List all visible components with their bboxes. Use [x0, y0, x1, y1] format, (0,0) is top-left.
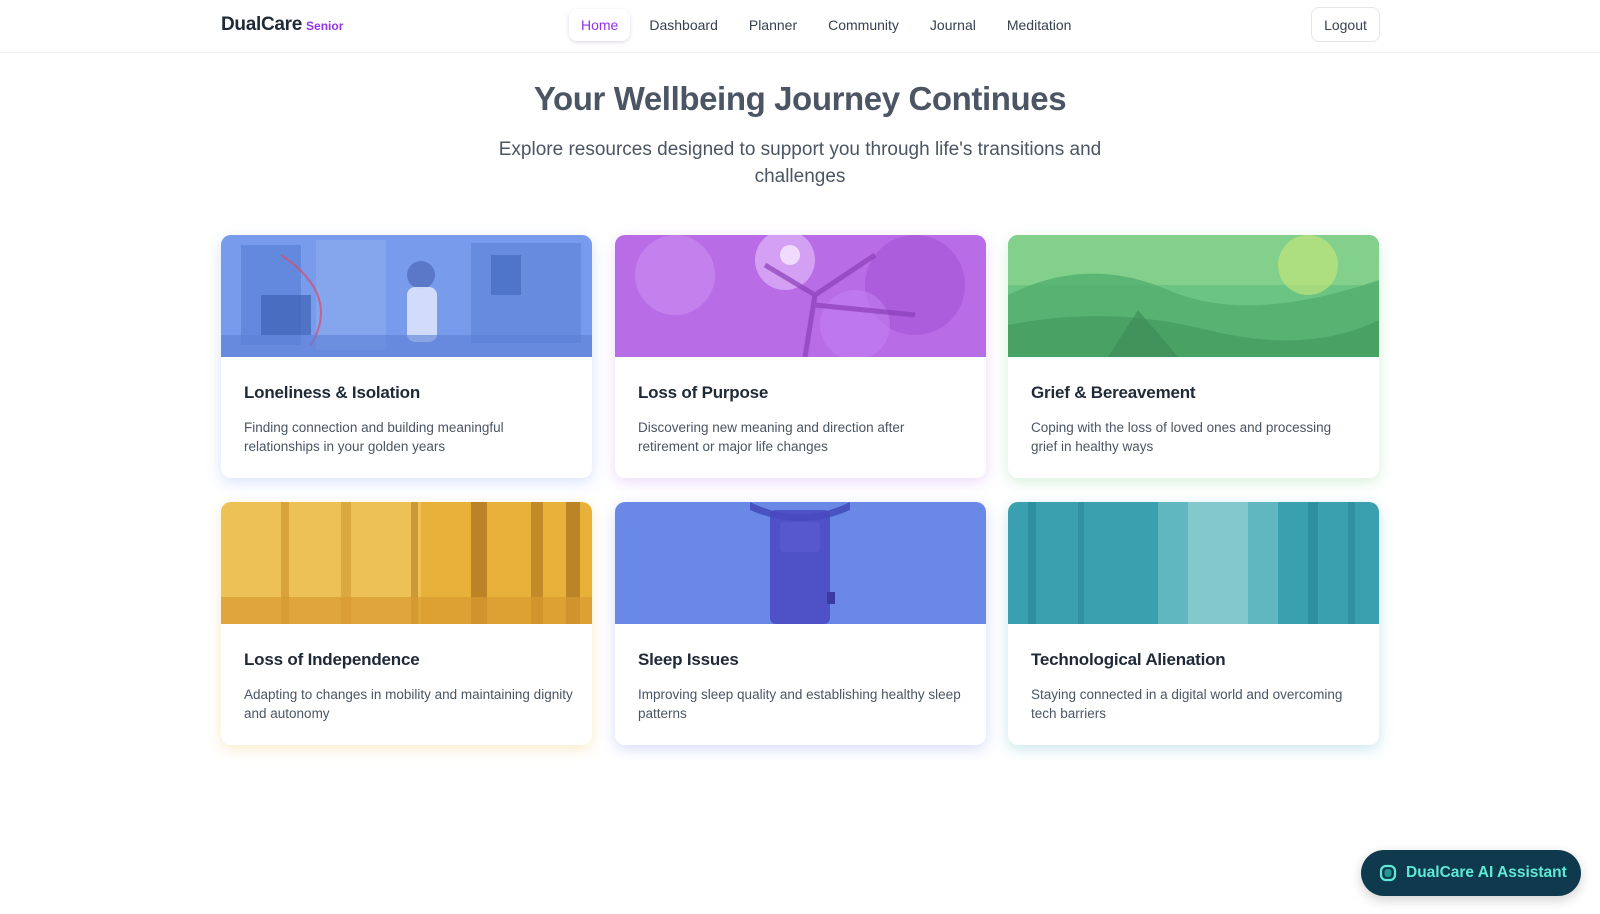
- nav-item-home[interactable]: Home: [569, 9, 631, 41]
- card-title: Sleep Issues: [638, 650, 739, 669]
- brand-name: DualCare: [221, 14, 303, 35]
- topic-card-sleep[interactable]: Sleep Issues Improving sleep quality and…: [615, 502, 986, 745]
- card-title: Technological Alienation: [1031, 650, 1226, 669]
- nav-item-community[interactable]: Community: [816, 9, 911, 41]
- logout-button[interactable]: Logout: [1311, 7, 1380, 42]
- card-description: Finding connection and building meaningf…: [244, 420, 504, 454]
- card-image-misty-forest: [1008, 502, 1379, 624]
- topic-card-loneliness[interactable]: Loneliness & Isolation Finding connectio…: [221, 235, 592, 478]
- card-image-forest: [221, 502, 592, 624]
- topic-card-purpose[interactable]: Loss of Purpose Discovering new meaning …: [615, 235, 986, 478]
- card-title: Grief & Bereavement: [1031, 383, 1196, 402]
- ai-assistant-label: DualCare AI Assistant: [1406, 864, 1567, 881]
- page-subtitle: Explore resources designed to support yo…: [498, 139, 1102, 187]
- card-image-tree: [615, 235, 986, 357]
- topic-card-grief[interactable]: Grief & Bereavement Coping with the loss…: [1008, 235, 1379, 478]
- card-title: Loss of Independence: [244, 650, 420, 669]
- card-title: Loss of Purpose: [638, 383, 769, 402]
- main-nav: Home Dashboard Planner Community Journal…: [569, 9, 1090, 41]
- card-description: Coping with the loss of loved ones and p…: [1031, 420, 1332, 454]
- card-title: Loneliness & Isolation: [244, 383, 421, 402]
- nav-item-planner[interactable]: Planner: [737, 9, 809, 41]
- chat-bubble-icon: [1379, 864, 1397, 882]
- topic-card-technology[interactable]: Technological Alienation Staying connect…: [1008, 502, 1379, 745]
- card-description: Improving sleep quality and establishing…: [638, 687, 961, 721]
- top-navigation-bar: DualCare Senior Home Dashboard Planner C…: [0, 0, 1600, 53]
- nav-item-dashboard[interactable]: Dashboard: [637, 9, 730, 41]
- brand-logo[interactable]: DualCare Senior: [221, 14, 343, 36]
- ai-assistant-button[interactable]: DualCare AI Assistant: [1361, 850, 1581, 896]
- card-description: Discovering new meaning and direction af…: [638, 420, 905, 454]
- brand-tag: Senior: [306, 19, 344, 33]
- nav-item-journal[interactable]: Journal: [918, 9, 988, 41]
- card-image-landscape: [1008, 235, 1379, 357]
- topic-card-independence[interactable]: Loss of Independence Adapting to changes…: [221, 502, 592, 745]
- card-description: Adapting to changes in mobility and main…: [244, 687, 573, 721]
- card-image-lamp: [615, 502, 986, 624]
- card-description: Staying connected in a digital world and…: [1031, 687, 1343, 721]
- card-image-lab: [221, 235, 592, 357]
- page-title: Your Wellbeing Journey Continues: [533, 80, 1067, 117]
- nav-item-meditation[interactable]: Meditation: [995, 9, 1084, 41]
